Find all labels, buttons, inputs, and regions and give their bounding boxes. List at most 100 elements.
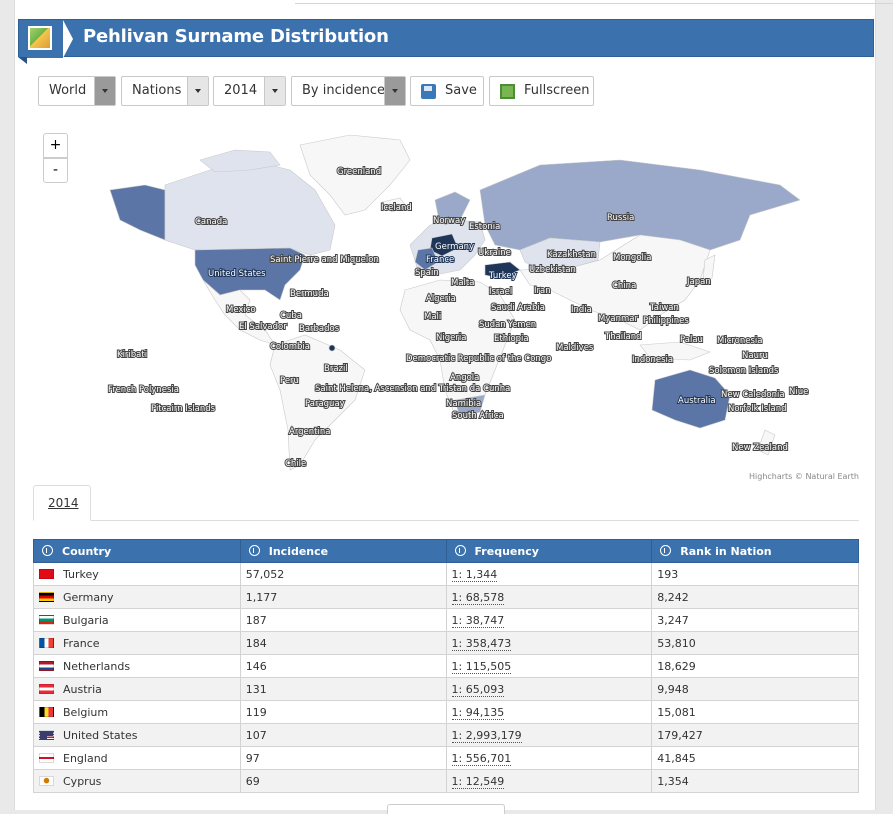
fullscreen-button-label: Fullscreen: [524, 83, 590, 98]
map-icon: [28, 26, 52, 50]
year-select[interactable]: 2014: [213, 76, 286, 106]
fullscreen-button[interactable]: Fullscreen: [489, 76, 594, 106]
region-alaska[interactable]: [109, 184, 166, 241]
map-label-indonesia: Indonesia: [632, 355, 673, 365]
region-cyprus[interactable]: [328, 344, 336, 352]
cell-incidence: 57,052: [239, 562, 447, 586]
mode-select-value: By incidence: [302, 83, 385, 98]
cell-rank: 53,810: [651, 631, 859, 655]
cell-rank: 193: [651, 562, 859, 586]
flag-austria-icon: [39, 683, 54, 694]
table-header-row: Country Incidence Frequency Rank in Nati…: [33, 539, 859, 563]
chevron-down-icon[interactable]: [187, 77, 208, 105]
cell-rank: 1,354: [651, 769, 859, 793]
cell-country: Austria: [33, 677, 241, 701]
cell-country: Germany: [33, 585, 241, 609]
mode-select[interactable]: By incidence: [291, 76, 406, 106]
map-label-bermuda: Bermuda: [290, 289, 329, 299]
map-label-palau: Palau: [680, 335, 703, 345]
map-label-iceland: Iceland: [381, 203, 412, 213]
header-incidence[interactable]: Incidence: [239, 539, 447, 563]
top-divider: [295, 0, 893, 4]
frequency-value[interactable]: 1: 65,093: [451, 682, 505, 697]
world-map[interactable]: Greenland Iceland Norway Estonia Canada Russi…: [100, 130, 820, 475]
frequency-value[interactable]: 1: 115,505: [451, 659, 512, 674]
cell-rank: 179,427: [651, 723, 859, 747]
table-row: Bulgaria 187 1: 38,747 3,247: [33, 608, 859, 632]
save-button[interactable]: Save: [410, 76, 484, 106]
map-label-french-polynesia: French Polynesia: [108, 385, 179, 395]
save-button-label: Save: [445, 83, 477, 98]
zoom-in-button[interactable]: +: [43, 133, 68, 158]
cell-country: England: [33, 746, 241, 770]
country-name: United States: [63, 728, 138, 742]
header-rank-label: Rank in Nation: [680, 544, 772, 558]
frequency-value[interactable]: 1: 68,578: [451, 590, 505, 605]
flag-netherlands-icon: [39, 660, 54, 671]
cell-country: Netherlands: [33, 654, 241, 678]
map-label-niue: Niue: [789, 387, 808, 397]
cell-frequency: 1: 65,093: [445, 677, 653, 701]
map-label-uzbekistan: Uzbekistan: [529, 265, 576, 275]
zoom-out-button[interactable]: -: [43, 158, 68, 183]
flag-germany-icon: [39, 591, 54, 602]
header-frequency[interactable]: Frequency: [445, 539, 653, 563]
chevron-down-icon[interactable]: [94, 77, 115, 105]
frequency-value[interactable]: 1: 556,701: [451, 751, 512, 766]
frequency-value[interactable]: 1: 12,549: [451, 774, 505, 789]
map-label-germany: Germany: [435, 242, 474, 252]
frequency-value[interactable]: 1: 94,135: [451, 705, 505, 720]
chevron-down-icon[interactable]: [264, 77, 285, 105]
map-label-russia: Russia: [607, 213, 634, 223]
table-row: United States 107 1: 2,993,179 179,427: [33, 723, 859, 747]
map-label-ethiopia: Ethiopia: [494, 334, 529, 344]
chevron-down-icon[interactable]: [384, 77, 405, 105]
map-label-norway: Norway: [433, 216, 465, 226]
region-select[interactable]: World: [38, 76, 116, 106]
map-label-brazil: Brazil: [324, 364, 348, 374]
map-label-nigeria: Nigeria: [436, 333, 466, 343]
tabs-divider: [33, 520, 859, 521]
map-label-argentina: Argentina: [289, 427, 330, 437]
sort-icon: [248, 544, 260, 556]
table-row: Turkey 57,052 1: 1,344 193: [33, 562, 859, 586]
map-label-angola: Angola: [450, 373, 479, 383]
map-label-maldives: Maldives: [556, 343, 594, 353]
frequency-value[interactable]: 1: 1,344: [451, 567, 498, 582]
map-label-mali: Mali: [424, 312, 441, 322]
cell-country: Belgium: [33, 700, 241, 724]
cell-frequency: 1: 94,135: [445, 700, 653, 724]
frequency-value[interactable]: 1: 38,747: [451, 613, 505, 628]
frequency-value[interactable]: 1: 358,473: [451, 636, 512, 651]
header-notch: [63, 20, 73, 58]
year-select-value: 2014: [224, 83, 258, 98]
header-rank[interactable]: Rank in Nation: [651, 539, 859, 563]
map-label-norfolk-island: Norfolk Island: [728, 404, 787, 414]
map-label-saint-pierre-and-miquelon: Saint Pierre and Miquelon: [270, 255, 379, 265]
sort-icon: [660, 544, 672, 556]
cell-country: Turkey: [33, 562, 241, 586]
map-label-solomon-islands: Solomon Islands: [709, 366, 779, 376]
region-select-value: World: [49, 83, 87, 98]
map-label-malta: Malta: [451, 278, 474, 288]
map-label-france: France: [426, 255, 454, 265]
cell-frequency: 1: 556,701: [445, 746, 653, 770]
cell-rank: 9,948: [651, 677, 859, 701]
cell-frequency: 1: 38,747: [445, 608, 653, 632]
cell-rank: 8,242: [651, 585, 859, 609]
flag-england-icon: [39, 752, 54, 763]
sort-icon: [454, 544, 466, 556]
map-label-peru: Peru: [280, 376, 299, 386]
country-name: Belgium: [63, 705, 109, 719]
country-name: Turkey: [63, 567, 99, 581]
map-label-saudi-arabia: Saudi Arabia: [491, 303, 545, 313]
more-button[interactable]: [387, 804, 505, 814]
region-africa[interactable]: [399, 279, 516, 416]
map-label-australia: Australia: [678, 396, 716, 406]
frequency-value[interactable]: 1: 2,993,179: [451, 728, 522, 743]
level-select[interactable]: Nations: [121, 76, 209, 106]
map-label-new-caledonia: New Caledonia: [721, 390, 785, 400]
tab-2014[interactable]: 2014: [33, 485, 91, 521]
header-country[interactable]: Country: [33, 539, 241, 563]
cell-incidence: 107: [239, 723, 447, 747]
